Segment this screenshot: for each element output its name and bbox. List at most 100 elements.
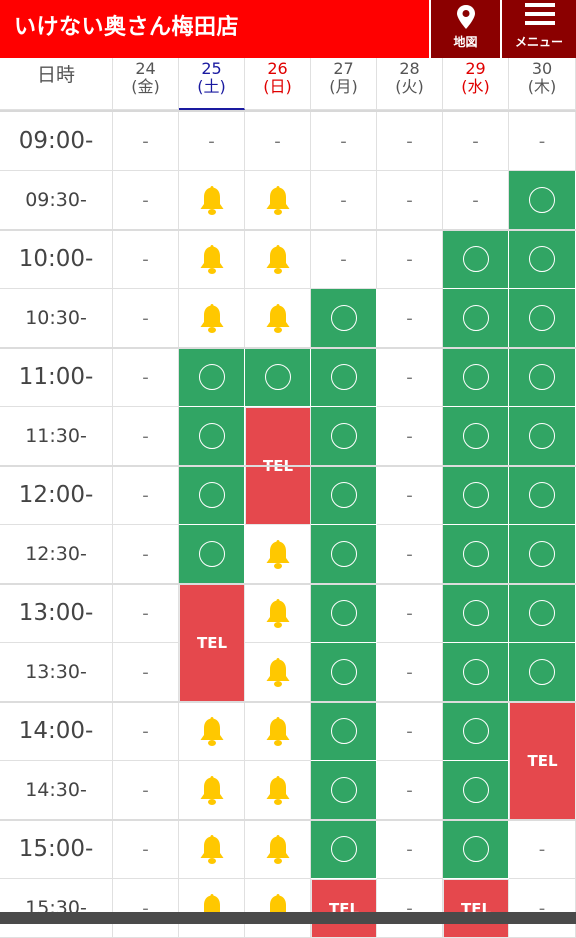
slot-available[interactable] — [311, 761, 377, 820]
slot-notify[interactable] — [245, 879, 311, 938]
slot-call[interactable]: TEL — [180, 585, 244, 701]
available-circle-icon — [330, 777, 357, 803]
menu-button-label: メニュー — [514, 35, 563, 49]
slot-available[interactable] — [509, 348, 576, 407]
bell-icon — [266, 304, 289, 333]
slot-unavailable: - — [509, 112, 576, 171]
slot-notify[interactable] — [179, 171, 245, 230]
slot-call[interactable]: TEL — [312, 880, 376, 937]
hour-divider — [0, 701, 576, 703]
time-label: 15:00- — [0, 820, 113, 879]
slot-available[interactable] — [311, 643, 377, 702]
slot-available[interactable] — [179, 525, 245, 584]
bell-icon — [200, 776, 223, 805]
slot-available[interactable] — [311, 407, 377, 466]
slot-notify[interactable] — [245, 584, 311, 643]
slot-available[interactable] — [443, 702, 509, 761]
available-circle-icon — [462, 423, 489, 449]
slot-available[interactable] — [311, 702, 377, 761]
available-circle-icon — [529, 659, 555, 685]
available-circle-icon — [330, 305, 357, 331]
slot-available[interactable] — [311, 289, 377, 348]
slot-unavailable: - — [113, 584, 179, 643]
map-button[interactable]: 地図 — [429, 0, 500, 58]
slot-available[interactable] — [179, 466, 245, 525]
time-label: 12:00- — [0, 466, 113, 525]
time-label: 11:30- — [0, 407, 113, 466]
day-date: 26 — [267, 59, 288, 78]
available-circle-icon — [330, 600, 357, 626]
available-circle-icon — [529, 482, 555, 508]
day-date: 24 — [135, 59, 156, 78]
schedule-corner-label: 日時 — [0, 58, 113, 110]
slot-notify[interactable] — [179, 702, 245, 761]
slot-notify[interactable] — [245, 643, 311, 702]
slot-notify[interactable] — [245, 820, 311, 879]
time-label: 13:30- — [0, 643, 113, 702]
slot-available[interactable] — [311, 348, 377, 407]
hour-divider — [0, 347, 576, 349]
slot-call[interactable]: TEL — [510, 703, 575, 819]
slot-available[interactable] — [509, 466, 576, 525]
app-header: いけない奥さん梅田店 地図 メニュー — [0, 0, 576, 58]
slot-available[interactable] — [443, 525, 509, 584]
slot-notify[interactable] — [179, 761, 245, 820]
slot-available[interactable] — [443, 584, 509, 643]
slot-available[interactable] — [443, 820, 509, 879]
slot-available[interactable] — [245, 348, 311, 407]
day-header: 29 (水) — [443, 58, 509, 110]
slot-unavailable: - — [113, 643, 179, 702]
slot-unavailable: - — [113, 879, 179, 938]
slot-available[interactable] — [443, 230, 509, 289]
time-label: 14:30- — [0, 761, 113, 820]
available-circle-icon — [264, 364, 291, 390]
menu-button[interactable]: メニュー — [500, 0, 576, 58]
day-weekday: (月) — [329, 77, 358, 96]
slot-notify[interactable] — [245, 230, 311, 289]
slot-notify[interactable] — [245, 702, 311, 761]
slot-notify[interactable] — [245, 525, 311, 584]
slot-available[interactable] — [509, 584, 576, 643]
slot-available[interactable] — [311, 466, 377, 525]
slot-available[interactable] — [443, 643, 509, 702]
slot-notify[interactable] — [245, 761, 311, 820]
slot-available[interactable] — [443, 407, 509, 466]
slot-available[interactable] — [311, 584, 377, 643]
time-label: 12:30- — [0, 525, 113, 584]
slot-notify[interactable] — [245, 171, 311, 230]
time-label: 14:00- — [0, 702, 113, 761]
slot-available[interactable] — [443, 761, 509, 820]
slot-notify[interactable] — [179, 879, 245, 938]
slot-notify[interactable] — [179, 230, 245, 289]
time-label: 13:00- — [0, 584, 113, 643]
slot-available[interactable] — [509, 230, 576, 289]
slot-notify[interactable] — [245, 289, 311, 348]
available-circle-icon — [529, 364, 555, 390]
slot-available[interactable] — [311, 820, 377, 879]
slot-available[interactable] — [509, 171, 576, 230]
slot-call[interactable]: TEL — [444, 880, 508, 937]
available-circle-icon — [462, 305, 489, 331]
slot-available[interactable] — [509, 289, 576, 348]
available-circle-icon — [462, 836, 489, 862]
slot-available[interactable] — [509, 643, 576, 702]
day-header: 24 (金) — [113, 58, 179, 110]
slot-available[interactable] — [179, 348, 245, 407]
slot-unavailable: - — [113, 820, 179, 879]
available-circle-icon — [462, 482, 489, 508]
slot-unavailable: - — [377, 348, 443, 407]
slot-notify[interactable] — [179, 289, 245, 348]
day-header: 26 (日) — [245, 58, 311, 110]
slot-available[interactable] — [311, 525, 377, 584]
slot-available[interactable] — [179, 407, 245, 466]
slot-available[interactable] — [509, 525, 576, 584]
slot-available[interactable] — [443, 466, 509, 525]
page-title[interactable]: いけない奥さん梅田店 — [14, 9, 239, 41]
slot-available[interactable] — [443, 289, 509, 348]
slot-notify[interactable] — [179, 820, 245, 879]
slot-available[interactable] — [509, 407, 576, 466]
available-circle-icon — [529, 305, 555, 331]
slot-available[interactable] — [443, 348, 509, 407]
slot-unavailable: - — [377, 289, 443, 348]
slot-unavailable: - — [377, 112, 443, 171]
